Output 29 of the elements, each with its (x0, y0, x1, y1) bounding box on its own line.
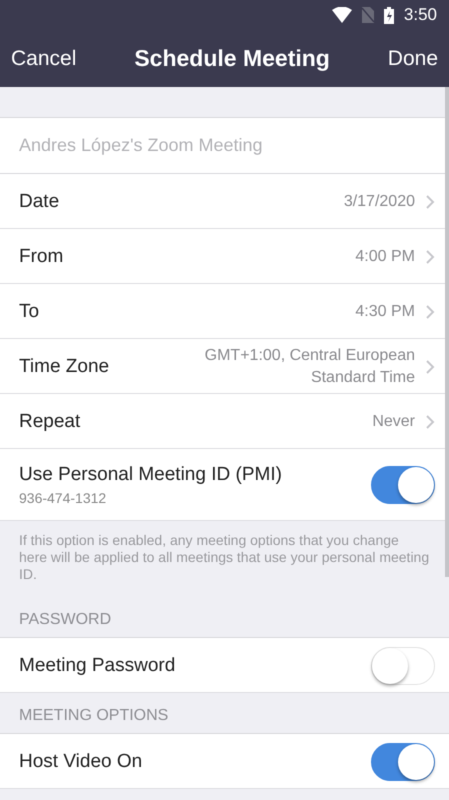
no-sim-icon (362, 7, 374, 23)
toggle-switch[interactable] (371, 466, 435, 504)
row-value: 4:00 PM (355, 246, 415, 266)
battery-charging-icon (384, 6, 394, 24)
chevron-icon (425, 248, 435, 264)
status-time: 3:50 (404, 5, 437, 25)
row-value: GMT+1:00, Central European Standard Time (204, 346, 415, 388)
help-text: If this option is enabled, any meeting options that you change here will be applied to all meetings that use your personal meeting ID. (18, 531, 430, 584)
chevron-icon (425, 194, 435, 210)
row-value: 4:30 PM (355, 302, 415, 322)
row-label: From (19, 246, 64, 268)
row-value: 3/17/2020 (344, 192, 415, 212)
chevron-icon (425, 358, 435, 374)
row-label: To (19, 300, 40, 322)
chevron-icon (425, 304, 435, 320)
meeting-id: 936-474-1312 (19, 490, 108, 506)
row-value: Never (372, 412, 415, 432)
row-label: Time Zone (19, 356, 110, 378)
chevron-icon (425, 414, 435, 430)
row-label: Repeat (19, 410, 82, 432)
done-button[interactable]: Done (388, 46, 438, 70)
row-label: Host Video On (19, 750, 144, 772)
row-label: Meeting Password (19, 654, 176, 676)
wifi-icon (332, 7, 352, 23)
cancel-button[interactable]: Cancel (11, 46, 76, 70)
row-label: Use Personal Meeting ID (PMI) (19, 464, 283, 486)
row-label: Date (19, 190, 60, 212)
screen-title: Schedule Meeting (134, 45, 330, 72)
toggle-switch[interactable] (371, 742, 435, 780)
